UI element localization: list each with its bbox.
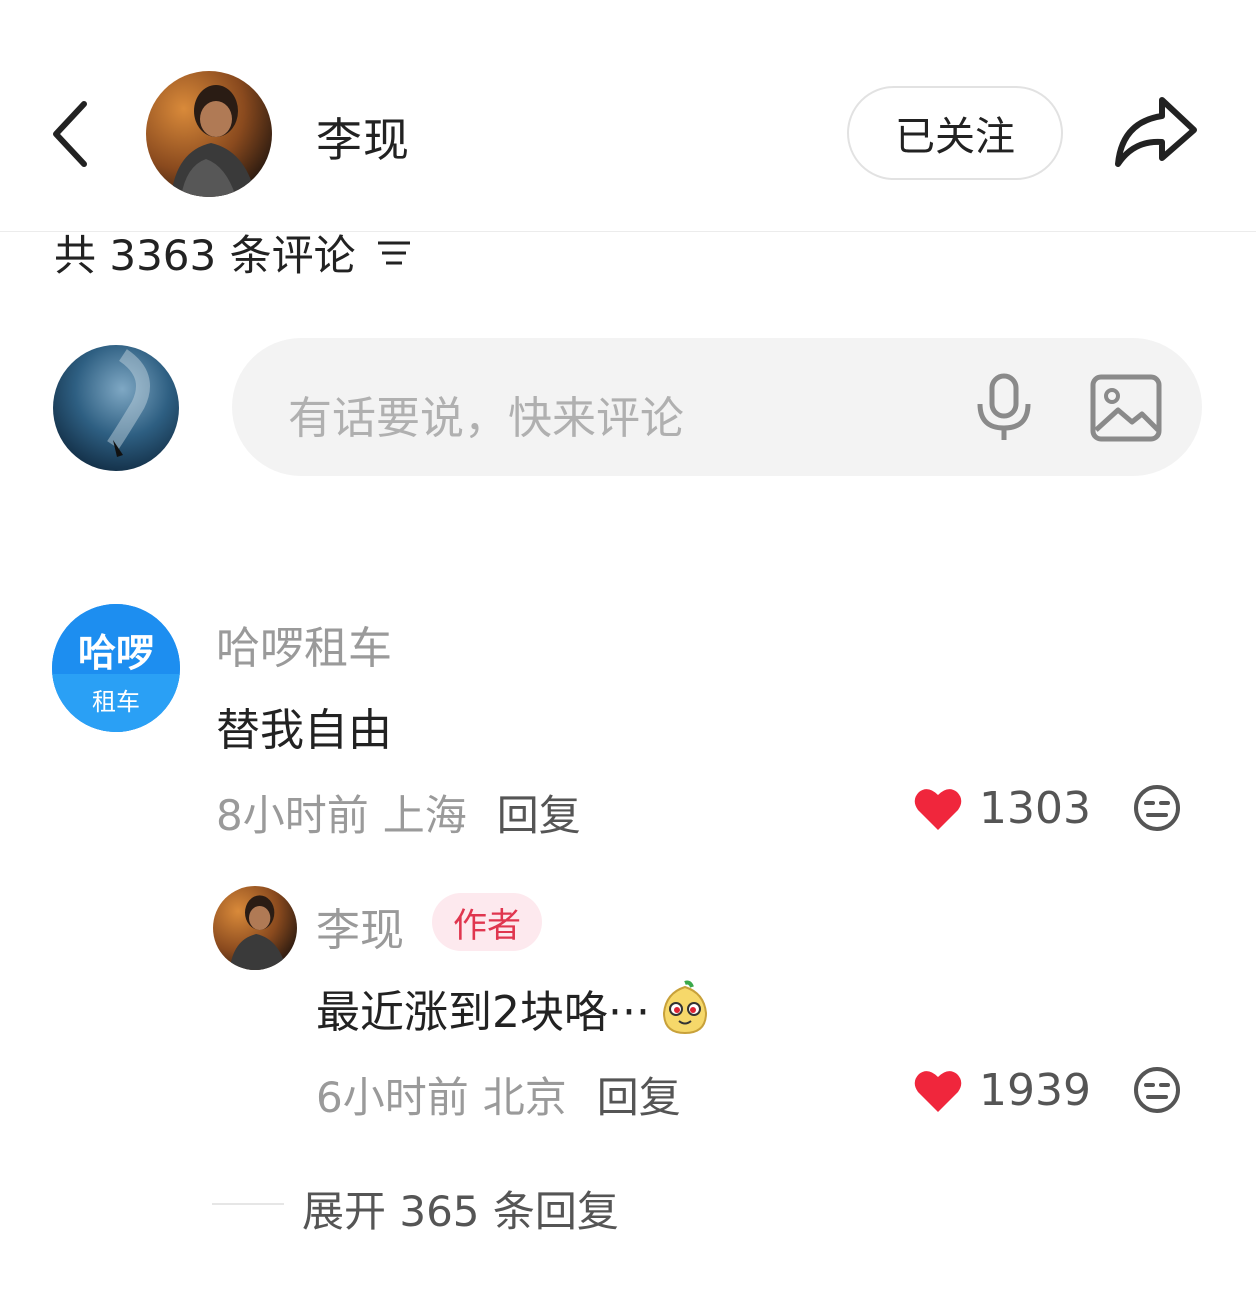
expand-divider [212, 1203, 284, 1205]
smiling-pear-emoji-icon [662, 980, 707, 1035]
reply-text: 最近涨到2块咯··· [316, 987, 650, 1038]
author-name[interactable]: 李现 [316, 104, 410, 170]
logo-text-top: 哈啰 [78, 631, 154, 675]
reply-author-name[interactable]: 李现 [316, 894, 404, 958]
logo-text-bottom: 租车 [92, 688, 140, 716]
comment-time: 8小时前 [216, 791, 369, 840]
reply-meta: 6小时前 北京 回复 [316, 1064, 681, 1125]
share-button[interactable] [1110, 92, 1200, 172]
dislike-face-icon[interactable] [1132, 783, 1182, 833]
dislike-face-icon[interactable] [1132, 1065, 1182, 1115]
comment-text: 替我自由 [216, 705, 392, 756]
author-photo [146, 71, 272, 197]
author-avatar[interactable] [146, 71, 272, 197]
commenter-avatar[interactable]: 哈啰 租车 [52, 604, 180, 732]
like-count: 1939 [979, 1065, 1091, 1116]
top-nav-bar: 李现 已关注 [0, 0, 1256, 232]
current-user-avatar[interactable] [53, 345, 179, 471]
comment-input-placeholder: 有话要说，快来评论 [288, 393, 684, 444]
heart-icon [914, 788, 962, 830]
like-button[interactable]: 1303 [913, 783, 1091, 834]
sort-icon[interactable] [374, 237, 414, 269]
reply-time: 6小时前 [316, 1073, 469, 1122]
comment-location: 上海 [382, 791, 467, 840]
comment-meta: 8小时前 上海 回复 [216, 782, 581, 843]
hello-rental-logo: 哈啰 租车 [52, 604, 180, 732]
reply-text-row: 最近涨到2块咯··· [316, 976, 714, 1040]
like-count: 1303 [979, 783, 1091, 834]
reply-button[interactable]: 回复 [497, 782, 581, 843]
comment-input[interactable]: 有话要说，快来评论 [232, 338, 1202, 476]
reply-button[interactable]: 回复 [597, 1064, 681, 1125]
chevron-left-icon [53, 101, 87, 167]
image-icon[interactable] [1090, 374, 1162, 442]
share-arrow-icon [1115, 97, 1197, 167]
commenter-name[interactable]: 哈啰租车 [216, 612, 392, 676]
back-button[interactable] [44, 92, 100, 176]
author-badge: 作者 [432, 893, 542, 951]
author-photo [213, 886, 297, 970]
reply-author-avatar[interactable] [213, 886, 297, 970]
heart-icon [914, 1070, 962, 1112]
like-button[interactable]: 1939 [913, 1065, 1091, 1116]
ocean-photo [53, 345, 179, 471]
expand-replies-button[interactable]: 展开 365 条回复 [302, 1178, 619, 1239]
microphone-icon[interactable] [974, 372, 1034, 444]
reply-location: 北京 [482, 1073, 567, 1122]
following-button[interactable]: 已关注 [847, 86, 1063, 180]
